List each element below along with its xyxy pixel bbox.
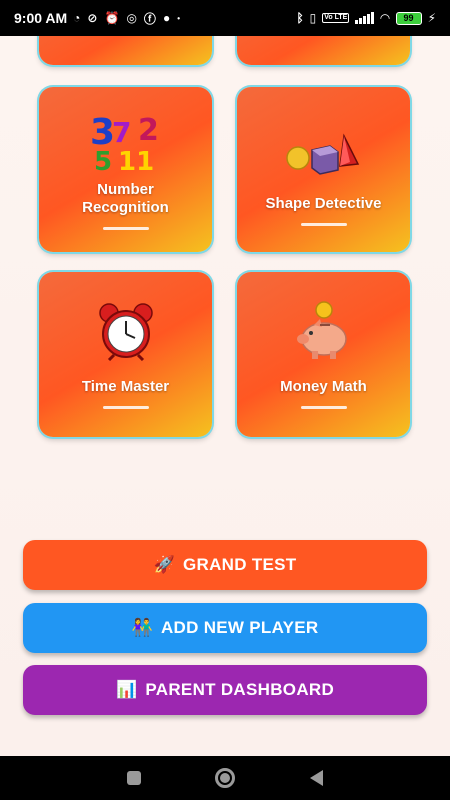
alarm-icon: ⏰: [104, 11, 120, 25]
card-underline: [300, 223, 347, 226]
system-icons: ᛒ ▯ Vo LTE ◠ 99 ⚡: [296, 11, 436, 25]
signal-icon: [355, 12, 375, 24]
numbers-icon: 3 7 2 5 11: [86, 105, 166, 175]
battery-icon: 99: [395, 11, 422, 25]
card-title-line1: Number: [97, 181, 154, 198]
charging-icon: ⚡: [427, 11, 436, 25]
game-card-partial-left[interactable]: [39, 36, 212, 65]
card-underline: [102, 406, 149, 409]
card-number-recognition[interactable]: 3 7 2 5 11 Number Recognition: [39, 87, 212, 252]
back-icon[interactable]: [309, 770, 323, 786]
game-card-partial-right[interactable]: [237, 36, 410, 65]
vibrate-icon: ▯: [309, 11, 317, 25]
system-nav-bar: [0, 756, 450, 800]
add-new-player-label: ADD NEW PLAYER: [160, 618, 319, 637]
parent-dashboard-button[interactable]: 📊 PARENT DASHBOARD: [23, 665, 427, 715]
card-title: Number Recognition: [82, 181, 169, 217]
card-shape-detective[interactable]: Shape Detective: [237, 87, 410, 252]
grand-test-button[interactable]: 🚀 GRAND TEST: [23, 540, 427, 590]
numbers-digit-7: 7: [112, 116, 131, 149]
volte-icon: Vo LTE: [322, 13, 350, 23]
card-time-master[interactable]: Time Master: [39, 272, 212, 437]
wifi-icon: ◠: [380, 11, 390, 25]
facebook-icon: ⓕ: [143, 11, 156, 26]
recents-icon[interactable]: [127, 771, 142, 785]
rocket-icon: 🚀: [153, 555, 175, 574]
numbers-digit-2: 2: [138, 113, 159, 148]
dot-icon: •: [177, 13, 180, 23]
card-title: Time Master: [81, 378, 170, 395]
card-title: Money Math: [280, 378, 367, 395]
piggy-bank-icon: [294, 296, 354, 366]
card-money-math[interactable]: Money Math: [237, 272, 410, 437]
home-icon[interactable]: [215, 768, 236, 788]
shapes-icon: [284, 117, 364, 187]
card-underline: [102, 227, 149, 230]
whatsapp-icon: ◎: [126, 11, 137, 25]
card-title: Shape Detective: [265, 195, 382, 212]
main-content[interactable]: 3 7 2 5 11 Number Recognition Shape Dete…: [0, 36, 450, 756]
messenger-icon: ●: [162, 11, 171, 25]
status-bar: 9:00 AM ◔ ⊘ ⏰ ◎ ⓕ ● • ᛒ ▯ Vo LTE ◠ 99 ⚡: [0, 0, 450, 36]
alarm-clock-icon: [96, 296, 156, 366]
parent-dashboard-label: PARENT DASHBOARD: [145, 680, 335, 699]
data-saver-icon: ◔: [73, 11, 81, 25]
numbers-digit-5: 5: [94, 147, 112, 172]
status-time: 9:00 AM: [14, 10, 68, 26]
card-underline: [300, 406, 347, 409]
no-sound-icon: ⊘: [87, 11, 98, 25]
numbers-digit-11: 11: [118, 147, 154, 172]
add-new-player-button[interactable]: 👫 ADD NEW PLAYER: [23, 603, 427, 653]
bar-chart-icon: 📊: [115, 680, 138, 699]
players-icon: 👫: [131, 618, 153, 637]
bluetooth-icon: ᛒ: [296, 11, 304, 25]
card-title-line2: Recognition: [82, 199, 169, 216]
notification-icons: ◔ ⊘ ⏰ ◎ ⓕ ● •: [73, 10, 180, 27]
grand-test-label: GRAND TEST: [182, 555, 297, 574]
